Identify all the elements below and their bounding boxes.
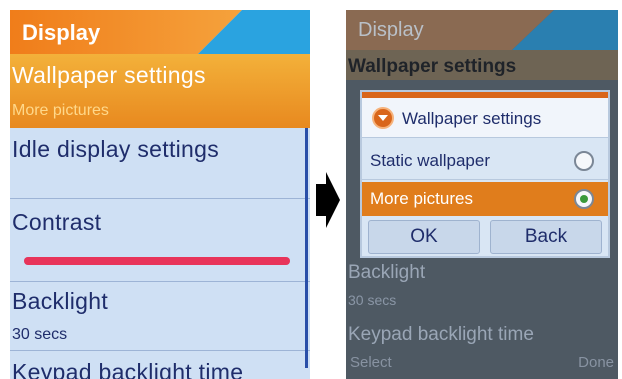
- option-label: More pictures: [370, 189, 473, 208]
- menu-item-wallpaper-settings[interactable]: Wallpaper settings More pictures: [10, 54, 310, 128]
- arrow-right-icon: [316, 172, 340, 228]
- menu-item-label: Backlight: [12, 288, 109, 314]
- menu-item-backlight: Backlight 30 secs: [346, 260, 618, 320]
- menu-item-keypad-backlight-time[interactable]: Keypad backlight time: [10, 351, 310, 379]
- menu-item-contrast[interactable]: Contrast: [10, 199, 310, 281]
- wallpaper-dialog-screen: Display Wallpaper settings Backlight 30 …: [346, 10, 618, 379]
- menu-item-label: Backlight: [348, 262, 426, 283]
- scrollbar[interactable]: [305, 128, 308, 368]
- menu-item-backlight[interactable]: Backlight 30 secs: [10, 282, 310, 350]
- radio-dot: [580, 195, 588, 203]
- display-menu-screen: Display Wallpaper settings More pictures…: [10, 10, 310, 379]
- radio-unchecked-icon[interactable]: [574, 151, 594, 171]
- wallpaper-settings-dialog: Wallpaper settings Static wallpaper More…: [360, 90, 610, 258]
- ok-button[interactable]: OK: [368, 220, 480, 254]
- contrast-slider[interactable]: [24, 257, 290, 265]
- menu-item-value: 30 secs: [348, 292, 397, 308]
- chevron-down-circle-icon: [372, 107, 394, 129]
- contrast-slider-fill: [24, 257, 290, 265]
- menu-item-label: Wallpaper settings: [12, 62, 206, 88]
- menu-item-keypad-backlight-time: Keypad backlight time: [346, 322, 618, 352]
- option-more-pictures[interactable]: More pictures: [362, 182, 608, 216]
- dialog-title: Wallpaper settings: [402, 109, 542, 128]
- menu-item-label: Keypad backlight time: [12, 359, 244, 379]
- dialog-header: Wallpaper settings: [362, 98, 608, 138]
- softkey-right[interactable]: Done: [578, 354, 614, 371]
- menu-item-value: More pictures: [12, 102, 109, 119]
- title-bar: Display: [10, 10, 310, 54]
- menu-item-value: 30 secs: [12, 326, 68, 343]
- option-static-wallpaper[interactable]: Static wallpaper: [362, 144, 608, 178]
- page-title: Display: [22, 20, 101, 45]
- option-label: Static wallpaper: [370, 151, 491, 170]
- menu-item-label: Contrast: [12, 209, 102, 235]
- menu-item-wallpaper-settings: Wallpaper settings: [346, 50, 618, 80]
- divider: [362, 179, 608, 180]
- page-title: Display: [358, 19, 424, 41]
- menu-item-idle-display-settings[interactable]: Idle display settings: [10, 128, 310, 198]
- softkey-left[interactable]: Select: [350, 354, 392, 371]
- title-bar: Display: [346, 10, 618, 50]
- menu-item-label: Idle display settings: [12, 136, 220, 162]
- menu-item-label: Keypad backlight time: [348, 324, 534, 345]
- radio-checked-icon[interactable]: [574, 189, 594, 209]
- menu-item-label: Wallpaper settings: [348, 56, 517, 77]
- back-button[interactable]: Back: [490, 220, 602, 254]
